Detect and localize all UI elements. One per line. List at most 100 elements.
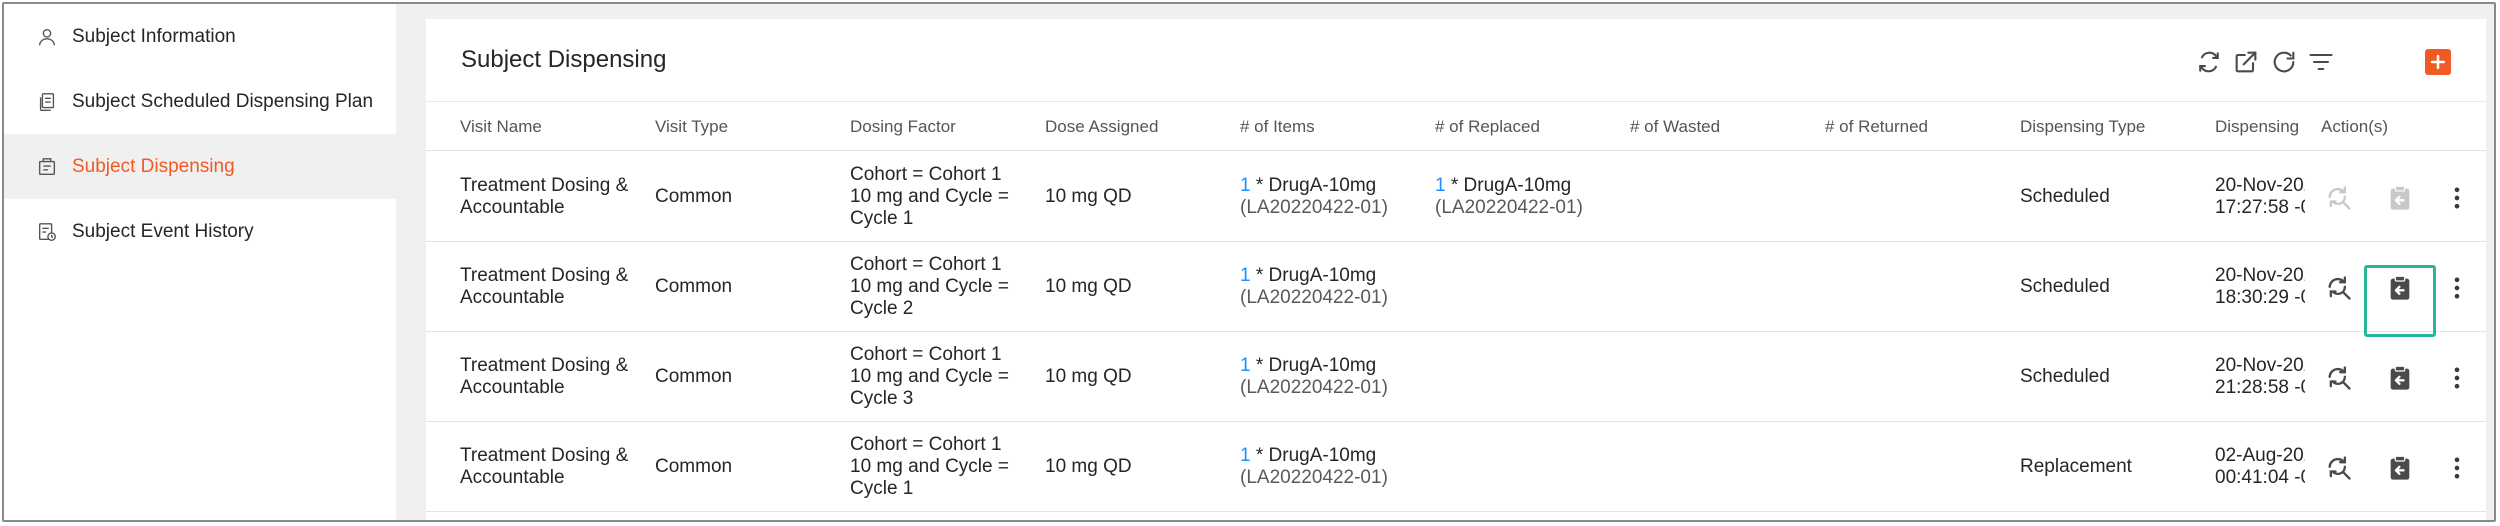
items-lot: (LA20220422-01) bbox=[1240, 377, 1388, 398]
more-actions-button[interactable] bbox=[2442, 183, 2472, 213]
replace-button[interactable] bbox=[2324, 273, 2354, 303]
sync-button[interactable] bbox=[2191, 44, 2227, 80]
column-header-wasted[interactable]: # of Wasted bbox=[1630, 102, 1810, 152]
more-actions-button[interactable] bbox=[2442, 453, 2472, 483]
replace-button[interactable] bbox=[2324, 183, 2354, 213]
table-row: Treatment Dosing & Accountable Common Co… bbox=[426, 422, 2486, 512]
sidebar: Subject Information Subject Scheduled Di… bbox=[4, 4, 396, 520]
column-header-dispensing-date[interactable]: Dispensing Date bbox=[2215, 102, 2305, 152]
items-drug: * DrugA-10mg bbox=[1250, 445, 1377, 466]
dosing-factor: Cohort = Cohort 1 10 mg and Cycle = Cycl… bbox=[850, 344, 1009, 409]
cell-items: 1 * DrugA-10mg (LA20220422-01) bbox=[1240, 332, 1420, 422]
sidebar-item-subject-event-history[interactable]: Subject Event History bbox=[4, 199, 396, 264]
items-lot: (LA20220422-01) bbox=[1240, 197, 1388, 218]
column-header-actions: Action(s) bbox=[2321, 117, 2389, 136]
open-external-icon bbox=[2235, 51, 2257, 73]
more-actions-button[interactable] bbox=[2442, 273, 2472, 303]
add-button[interactable] bbox=[2425, 49, 2451, 75]
cell-visit-type: Common bbox=[655, 422, 825, 512]
replaced-quantity-link[interactable]: 1 bbox=[1435, 175, 1446, 196]
dispensing-type: Scheduled bbox=[2020, 186, 2110, 207]
column-header-dispensing-type[interactable]: Dispensing Type bbox=[2020, 102, 2200, 152]
dispensing-type: Replacement bbox=[2020, 456, 2132, 477]
user-icon bbox=[38, 28, 56, 45]
open-external-button[interactable] bbox=[2228, 44, 2264, 80]
items-quantity-link[interactable]: 1 bbox=[1240, 175, 1251, 196]
more-actions-button[interactable] bbox=[2442, 363, 2472, 393]
table-row: Treatment Dosing & Accountable Common Co… bbox=[426, 152, 2486, 242]
copy-icon bbox=[39, 92, 55, 111]
cell-dispensing-date: 02-Aug-2023 00:41:04 -05:00 bbox=[2215, 422, 2305, 512]
cell-dispensing-date: 20-Nov-2022 18:30:29 -05:00 bbox=[2215, 242, 2305, 332]
dosing-factor: Cohort = Cohort 1 10 mg and Cycle = Cycl… bbox=[850, 254, 1009, 319]
dispensing-panel: Subject Dispensing Visit Name Visit Type… bbox=[426, 19, 2486, 520]
column-header-returned[interactable]: # of Returned bbox=[1825, 102, 2005, 152]
visit-type: Common bbox=[655, 456, 733, 477]
more-vertical-icon bbox=[2454, 367, 2460, 389]
column-header-visit-name[interactable]: Visit Name bbox=[460, 102, 640, 152]
sidebar-item-subject-information[interactable]: Subject Information bbox=[4, 4, 396, 69]
items-quantity-link[interactable]: 1 bbox=[1240, 355, 1251, 376]
cell-items: 1 * DrugA-10mg (LA20220422-01) bbox=[1240, 152, 1420, 242]
cell-dosing-factor: Cohort = Cohort 1 10 mg and Cycle = Cycl… bbox=[850, 242, 1020, 332]
dose-assigned: 10 mg QD bbox=[1045, 366, 1132, 387]
cell-dispensing-date: 20-Nov-2022 17:27:58 -05:00 bbox=[2215, 152, 2305, 242]
filter-icon bbox=[2309, 53, 2333, 71]
page-title: Subject Dispensing bbox=[461, 46, 667, 73]
cell-replaced: 1 * DrugA-10mg (LA20220422-01) bbox=[1435, 152, 1615, 242]
column-header-visit-type[interactable]: Visit Type bbox=[655, 102, 835, 152]
replace-button[interactable] bbox=[2324, 453, 2354, 483]
column-header-replaced[interactable]: # of Replaced bbox=[1435, 102, 1615, 152]
column-header-dosing-factor[interactable]: Dosing Factor bbox=[850, 102, 1030, 152]
refresh-button[interactable] bbox=[2266, 44, 2302, 80]
cell-dispensing-type: Scheduled bbox=[2020, 242, 2200, 332]
replaced-drug: * DrugA-10mg bbox=[1445, 175, 1572, 196]
scrollbar-track bbox=[2488, 4, 2494, 520]
dispensing-date: 02-Aug-2023 bbox=[2215, 445, 2305, 466]
cell-visit-type: Common bbox=[655, 152, 825, 242]
cell-dose-assigned: 10 mg QD bbox=[1045, 152, 1215, 242]
dispensing-date: 20-Nov-2022 bbox=[2215, 355, 2305, 376]
return-button[interactable] bbox=[2385, 183, 2415, 213]
cell-items: 1 * DrugA-10mg (LA20220422-01) bbox=[1240, 422, 1420, 512]
replace-button[interactable] bbox=[2324, 363, 2354, 393]
table-header: Visit Name Visit Type Dosing Factor Dose… bbox=[426, 101, 2486, 151]
cell-dispensing-type: Scheduled bbox=[2020, 152, 2200, 242]
sidebar-item-label: Subject Information bbox=[72, 25, 236, 47]
table-row: Treatment Dosing & Accountable Common Co… bbox=[426, 242, 2486, 332]
items-quantity-link[interactable]: 1 bbox=[1240, 265, 1251, 286]
visit-type: Common bbox=[655, 186, 733, 207]
more-vertical-icon bbox=[2454, 187, 2460, 209]
cell-dispensing-type: Scheduled bbox=[2020, 332, 2200, 422]
visit-name: Treatment Dosing & Accountable bbox=[460, 355, 629, 398]
sidebar-item-scheduled-dispensing-plan[interactable]: Subject Scheduled Dispensing Plan bbox=[4, 69, 396, 134]
dosing-factor: Cohort = Cohort 1 10 mg and Cycle = Cycl… bbox=[850, 434, 1009, 499]
add-icon bbox=[2430, 54, 2446, 70]
return-button[interactable] bbox=[2385, 453, 2415, 483]
column-header-dose-assigned[interactable]: Dose Assigned bbox=[1045, 102, 1225, 152]
dose-assigned: 10 mg QD bbox=[1045, 186, 1132, 207]
cell-dosing-factor: Cohort = Cohort 1 10 mg and Cycle = Cycl… bbox=[850, 422, 1020, 512]
items-lot: (LA20220422-01) bbox=[1240, 467, 1388, 488]
more-vertical-icon bbox=[2454, 277, 2460, 299]
cell-dose-assigned: 10 mg QD bbox=[1045, 242, 1215, 332]
cell-items: 1 * DrugA-10mg (LA20220422-01) bbox=[1240, 242, 1420, 332]
sidebar-item-label: Subject Event History bbox=[72, 220, 254, 242]
visit-type: Common bbox=[655, 276, 733, 297]
cell-dispensing-type: Replacement bbox=[2020, 422, 2200, 512]
cell-visit-type: Common bbox=[655, 332, 825, 422]
filter-button[interactable] bbox=[2303, 44, 2339, 80]
dispensing-date: 20-Nov-2022 bbox=[2215, 265, 2305, 286]
visit-name: Treatment Dosing & Accountable bbox=[460, 265, 629, 308]
dispensing-date: 20-Nov-2022 bbox=[2215, 175, 2305, 196]
sync-icon bbox=[2199, 51, 2219, 73]
dispense-icon bbox=[38, 157, 56, 175]
cell-replaced bbox=[1435, 332, 1615, 422]
cell-dosing-factor: Cohort = Cohort 1 10 mg and Cycle = Cycl… bbox=[850, 152, 1020, 242]
return-button[interactable] bbox=[2385, 363, 2415, 393]
sidebar-item-subject-dispensing[interactable]: Subject Dispensing bbox=[4, 134, 396, 199]
dosing-factor: Cohort = Cohort 1 10 mg and Cycle = Cycl… bbox=[850, 164, 1009, 229]
items-quantity-link[interactable]: 1 bbox=[1240, 445, 1251, 466]
column-header-items[interactable]: # of Items bbox=[1240, 102, 1420, 152]
return-button[interactable] bbox=[2385, 273, 2415, 303]
